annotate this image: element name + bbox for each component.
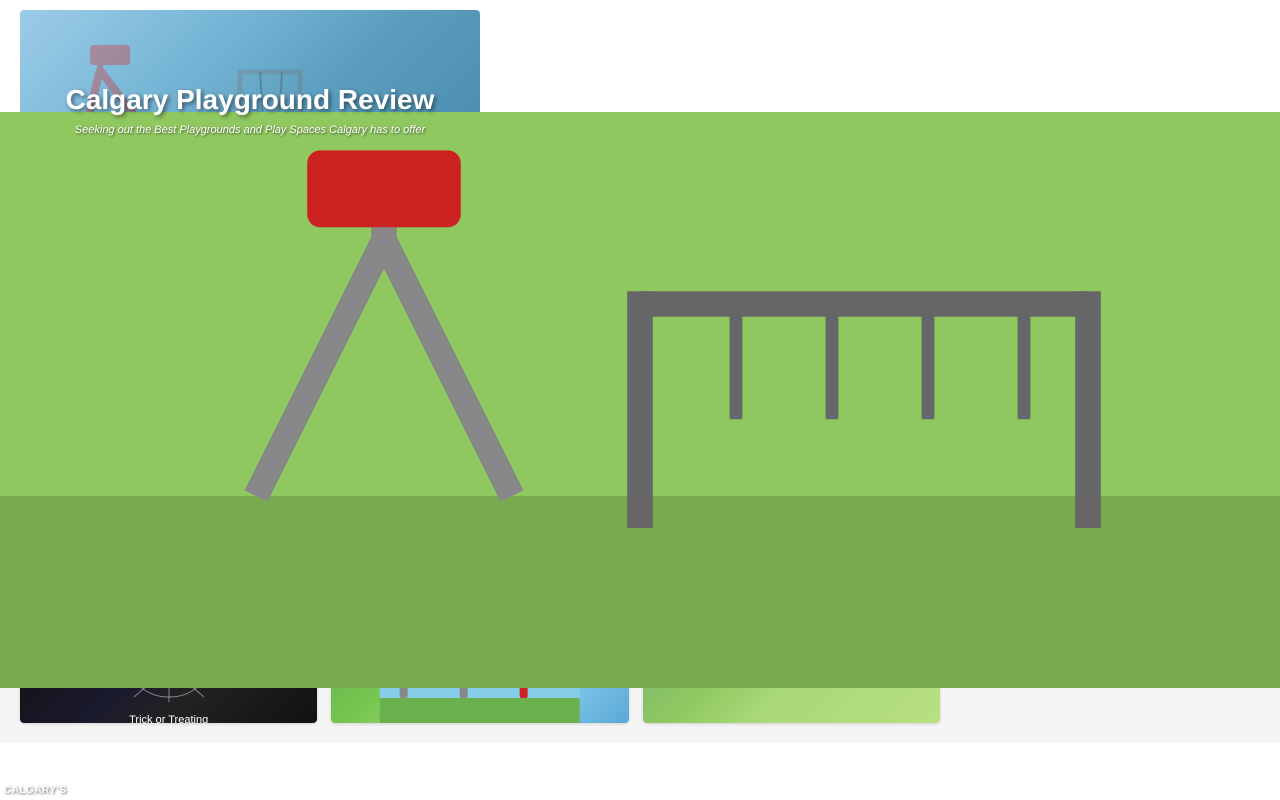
featured-card-calgary-image: CALGARY'S <box>643 633 940 723</box>
logo-title: Calgary Playground Review <box>66 84 435 116</box>
featured-posts-grid: Trick or Treating <box>20 633 940 723</box>
main-wrapper: Calgary Parks and Playgrounds All Calgar… <box>0 276 1280 743</box>
content-column: Calgary Parks and Playgrounds All Calgar… <box>0 276 960 743</box>
logo-tagline: Seeking out the Best Playgrounds and Pla… <box>75 124 425 136</box>
featured-posts-section: Featured Posts <box>20 586 940 723</box>
featured-card-calgary[interactable]: CALGARY'S <box>643 633 940 723</box>
calgary-card-svg <box>643 633 940 723</box>
